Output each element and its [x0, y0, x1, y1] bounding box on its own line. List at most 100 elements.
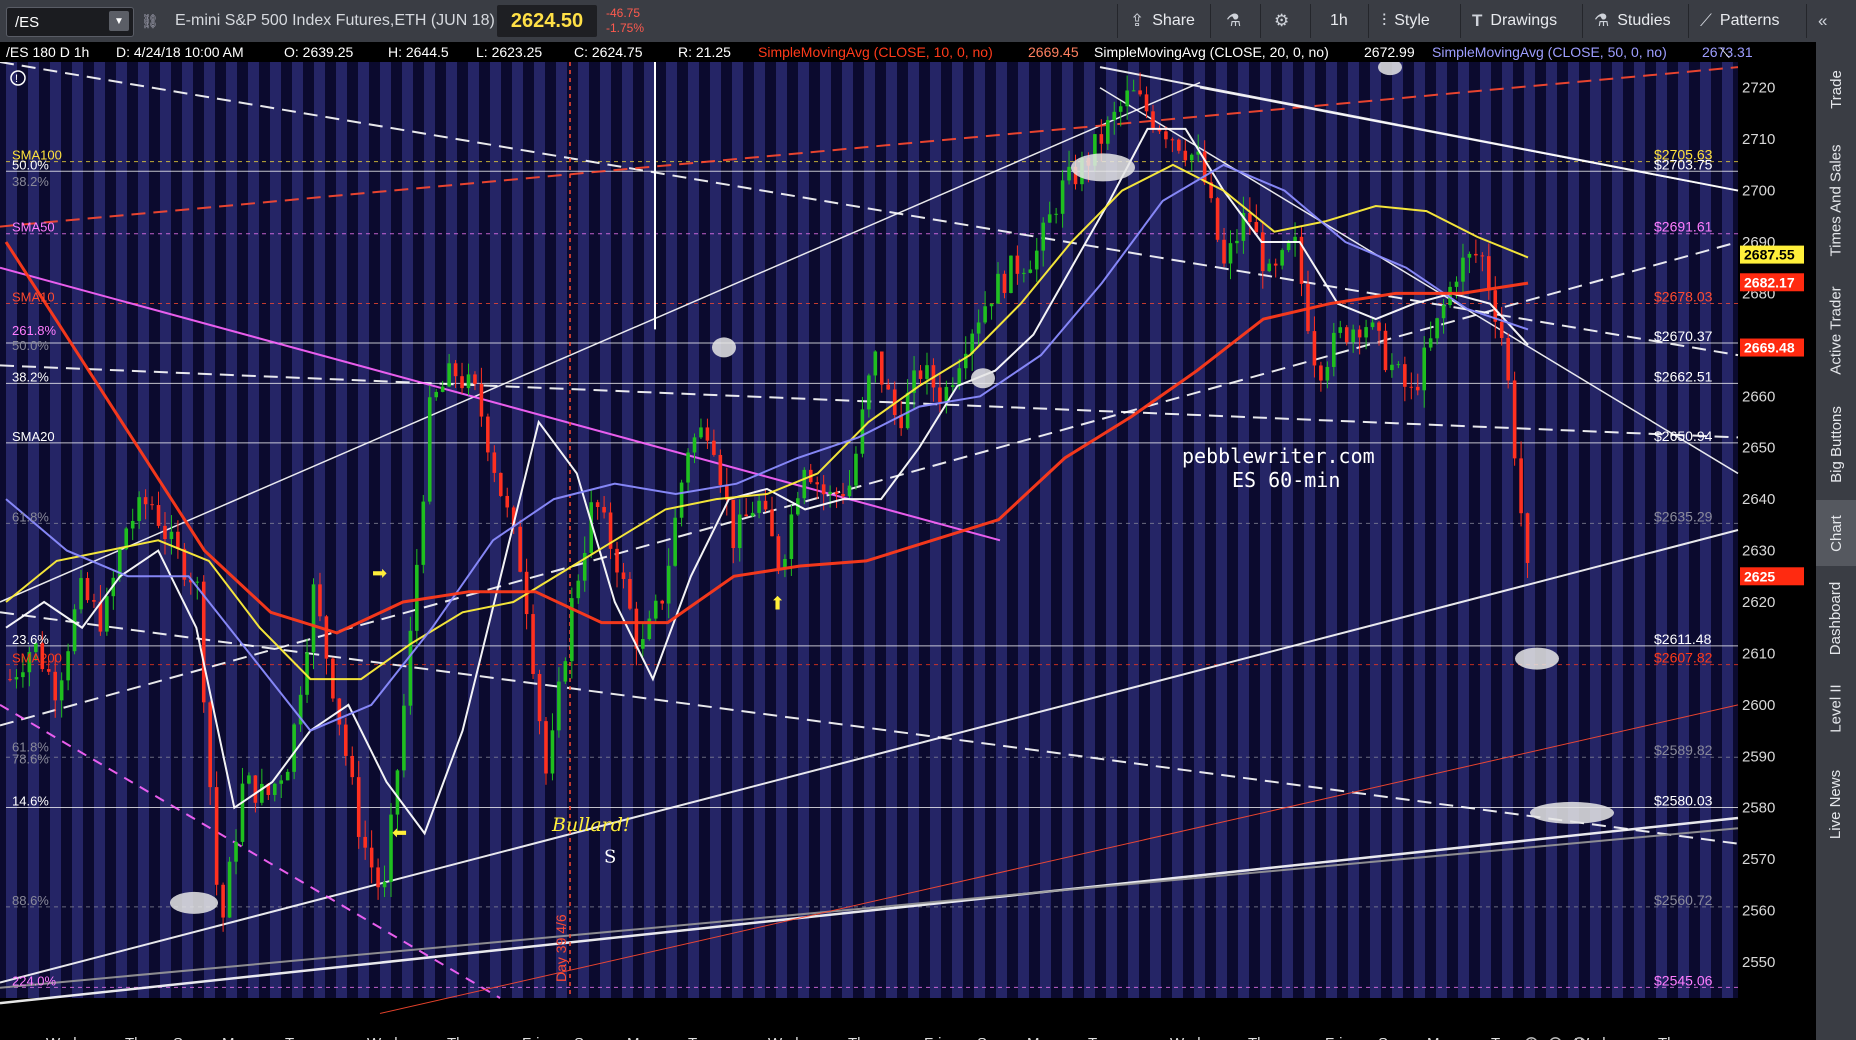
time-tick-label: Tue	[1491, 1035, 1516, 1040]
candle-body	[253, 775, 258, 803]
candle-body	[1486, 256, 1491, 291]
candle-body	[802, 469, 807, 499]
timeframe-button[interactable]: 1h	[1330, 0, 1348, 42]
sidebar-tab-label: Level II	[1827, 683, 1845, 733]
highlight-oval	[971, 368, 995, 389]
instrument-description: E-mini S&P 500 Index Futures,ETH (JUN 18…	[175, 12, 495, 29]
annotation-s: S	[604, 847, 616, 868]
settings-button[interactable]: ⚙	[1274, 0, 1289, 42]
session-stripe	[292, 62, 303, 998]
session-stripe	[1260, 62, 1271, 998]
candle-body	[537, 673, 542, 722]
sidebar-tab-chart[interactable]: Chart	[1816, 500, 1856, 566]
candle-body	[1015, 255, 1020, 274]
price-tick-label: 2710	[1742, 131, 1775, 148]
session-stripe	[1194, 62, 1205, 998]
candle-body	[21, 672, 25, 678]
candle-body	[492, 452, 497, 473]
right-level-label: $2703.75	[1654, 156, 1713, 172]
style-button[interactable]: ⫶ Style	[1382, 0, 1430, 42]
time-tick-label: Thu	[848, 1035, 874, 1040]
sidebar-tab-big-buttons[interactable]: Big Buttons	[1816, 392, 1856, 496]
sidebar-tab-times-and-sales[interactable]: Times And Sales	[1816, 130, 1856, 270]
left-level-label: 14.6%	[12, 794, 49, 809]
candle-body	[72, 609, 77, 652]
left-level-label: SMA50	[12, 220, 55, 235]
candle-body	[705, 427, 710, 441]
session-stripe	[798, 62, 809, 998]
time-tick-label: Sun	[173, 1035, 200, 1040]
chevron-left-icon: «	[1818, 11, 1828, 30]
candle-body	[201, 581, 206, 703]
session-stripe	[578, 62, 589, 998]
left-level-label: SMA200	[12, 651, 62, 666]
drawings-button[interactable]: T Drawings	[1472, 0, 1557, 42]
candle-body	[834, 491, 839, 494]
candle-body	[1422, 347, 1427, 391]
candle-body	[1454, 281, 1459, 287]
candle-body	[1403, 364, 1407, 387]
candle-body	[1512, 380, 1517, 459]
session-stripe	[644, 62, 655, 998]
sidebar-tab-level-ii[interactable]: Level II	[1816, 670, 1856, 746]
session-stripe	[1128, 62, 1139, 998]
session-stripe	[1700, 62, 1711, 998]
price-badge-label: 2669.48	[1744, 340, 1795, 356]
sidebar-tab-live-news[interactable]: Live News	[1816, 750, 1856, 858]
time-tick-label: Sun	[574, 1035, 601, 1040]
candle-body	[1377, 322, 1381, 331]
time-tick-label: Sun	[1378, 1035, 1405, 1040]
right-level-label: $2545.06	[1654, 972, 1713, 988]
left-level-label: 23.6%	[12, 632, 49, 647]
candle-body	[105, 596, 109, 632]
left-level-label: 50.0%	[12, 338, 49, 353]
right-sidebar: Trade Times And Sales Active Trader Big But…	[1815, 42, 1856, 1040]
session-stripe	[930, 62, 941, 998]
candle-body	[8, 679, 12, 681]
sidebar-tab-trade[interactable]: Trade	[1816, 50, 1856, 128]
candle-body	[1474, 253, 1478, 256]
candle-body	[137, 497, 141, 521]
candle-body	[356, 777, 361, 837]
candle-body	[1060, 180, 1065, 214]
timeframe-label: 1h	[1330, 12, 1348, 29]
candle-body	[660, 600, 665, 604]
candle-body	[673, 517, 677, 566]
candle-body	[363, 836, 367, 848]
sidebar-tab-dashboard[interactable]: Dashboard	[1816, 570, 1856, 666]
collapse-button[interactable]: «	[1818, 0, 1827, 42]
price-chart[interactable]: SMA10050.0%38.2%SMA50SMA10261.8%50.0%38.…	[0, 42, 1816, 1040]
candle-body	[453, 363, 458, 377]
candle-body	[408, 630, 413, 706]
patterns-button[interactable]: ⟋ Patterns	[1700, 0, 1780, 42]
candle-body	[1364, 327, 1368, 338]
header-field: 2669.45	[1028, 44, 1079, 60]
candle-body	[1280, 250, 1284, 266]
header-field: D: 4/24/18 10:00 AM	[116, 44, 244, 60]
candle-body	[1461, 257, 1465, 282]
chevron-down-icon[interactable]: ▼	[109, 11, 129, 31]
sidebar-tab-label: Chart	[1827, 514, 1845, 552]
candle-body	[150, 504, 154, 506]
left-level-label: SMA10	[12, 290, 55, 305]
lab-button[interactable]: ⚗	[1226, 0, 1241, 42]
price-tick-label: 2560	[1742, 903, 1775, 920]
link-icon[interactable]: ⛓	[141, 0, 159, 42]
sidebar-tab-active-trader[interactable]: Active Trader	[1816, 274, 1856, 386]
session-stripe	[534, 62, 545, 998]
right-level-label: $2589.82	[1654, 742, 1713, 758]
session-stripe	[1018, 62, 1029, 998]
session-stripe	[864, 62, 875, 998]
candle-body	[1409, 386, 1414, 388]
header-field: SimpleMovingAvg (CLOSE, 20, 0, no)	[1094, 44, 1329, 60]
session-stripe	[94, 62, 105, 998]
share-button[interactable]: ⇪ Share	[1130, 0, 1195, 42]
time-tick-label: Mon	[222, 1035, 251, 1040]
candle-body	[918, 370, 923, 379]
candle-body	[686, 452, 690, 483]
candle-body	[666, 565, 671, 604]
candle-body	[1067, 166, 1071, 181]
drawing-t-icon: T	[1472, 11, 1483, 30]
symbol-input[interactable]: /ES ▼	[6, 7, 134, 37]
studies-button[interactable]: ⚗ Studies	[1594, 0, 1671, 42]
